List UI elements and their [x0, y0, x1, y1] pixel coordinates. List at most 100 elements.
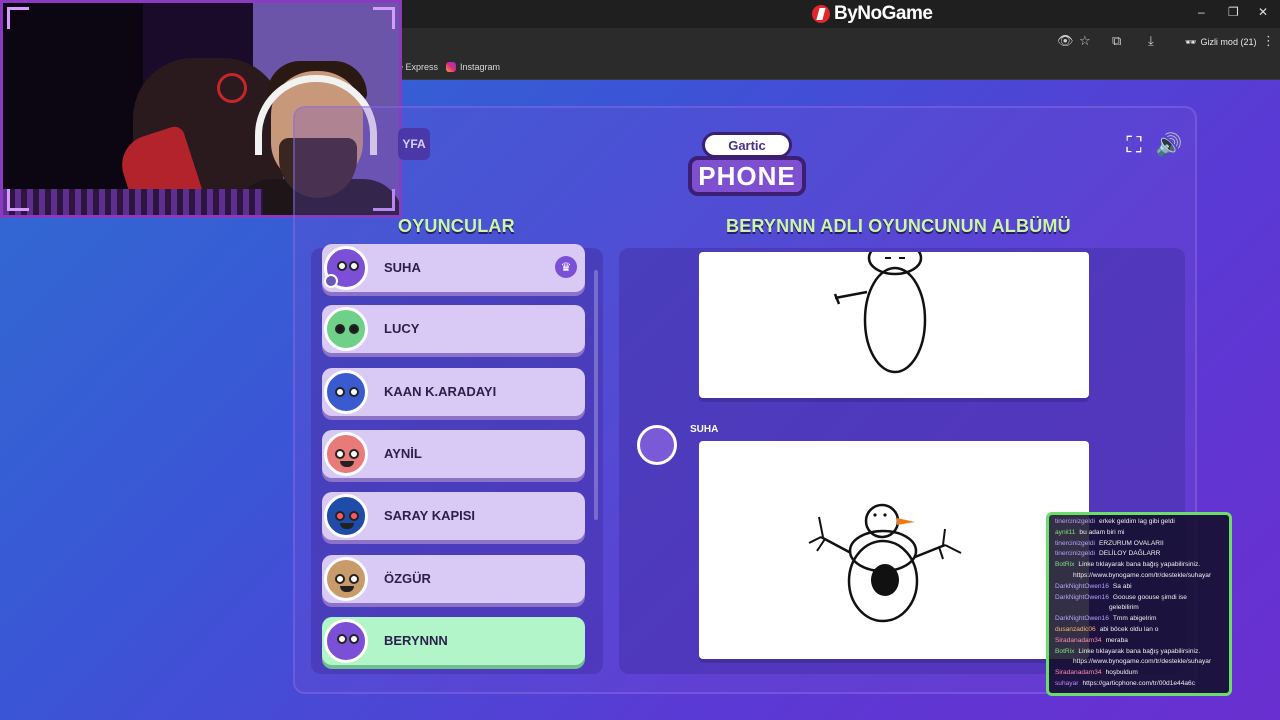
incognito-label: Gizli mod (21): [1200, 37, 1257, 47]
chat-message: suhayar https://garticphone.com/tr/00d1e4…: [1055, 679, 1223, 690]
avatar-eye: [349, 574, 359, 584]
player-card-saray-kapisi[interactable]: SARAY KAPISI: [322, 492, 585, 540]
chat-username: DarkNightOwen16: [1055, 582, 1109, 590]
drawing-snowman-sketch: [833, 240, 927, 374]
player-avatar: [324, 370, 368, 414]
fullscreen-icon[interactable]: ⛶: [1121, 132, 1147, 158]
chat-username: dusanzadic06: [1055, 625, 1096, 633]
avatar-eye: [335, 449, 345, 459]
player-avatar: [324, 557, 368, 601]
chat-text: meraba: [1105, 636, 1128, 644]
bookmark-label: Instagram: [460, 62, 501, 72]
album-title: BERYNNN ADLI OYUNCUNUN ALBÜMÜ: [726, 216, 1071, 236]
frame-corner: [7, 189, 29, 211]
maximize-button[interactable]: ❐: [1228, 5, 1239, 19]
brand-name: ByNoGame: [834, 3, 933, 24]
chat-text: abi böcek oldu lan o: [1099, 625, 1159, 633]
chat-message: DarkNightOwen16 Tmm abigelrim: [1055, 614, 1223, 625]
frame-corner: [373, 7, 395, 29]
eye-off-icon[interactable]: 👁: [1057, 33, 1074, 49]
player-card-lucy[interactable]: LUCY: [322, 305, 585, 353]
chat-username: BotRix: [1055, 647, 1075, 655]
chat-message: dusanzadic06 abi böcek oldu lan o: [1055, 625, 1223, 636]
player-card-kaan[interactable]: KAAN K.ARADAYI: [322, 368, 585, 416]
download-icon[interactable]: ⤓: [1148, 33, 1154, 49]
chat-text[interactable]: https://www.bynogame.com/tr/destekle/suh…: [1073, 572, 1211, 579]
volume-icon[interactable]: 🔊: [1155, 132, 1182, 158]
player-avatar: [324, 432, 368, 476]
player-name: SUHA: [384, 260, 421, 275]
player-card-ozgur[interactable]: ÖZGÜR: [322, 555, 585, 603]
host-badge-icon: [324, 274, 338, 288]
player-name: KAAN K.ARADAYI: [384, 384, 497, 399]
chat-text[interactable]: https://www.bynogame.com/tr/destekle/suh…: [1073, 658, 1211, 665]
player-card-aynil[interactable]: AYNİL: [322, 430, 585, 478]
chat-message: Siradanadam34 hoşbuldum: [1055, 668, 1223, 679]
avatar-eye: [335, 574, 345, 584]
players-title: OYUNCULAR: [398, 216, 515, 236]
chat-text: bu adam biri mi: [1079, 528, 1125, 536]
avatar-eye: [349, 449, 359, 459]
avatar-mouth: [340, 523, 354, 529]
more-menu-icon[interactable]: ⋮: [1262, 33, 1275, 49]
logo-bottom-text: PHONE: [688, 156, 806, 196]
chat-text: Linke tıklayarak bana bağış yapabilirsin…: [1078, 561, 1201, 569]
avatar-eye: [349, 387, 359, 397]
partial-button[interactable]: YFA: [398, 128, 430, 160]
chat-message: aynil11 bu adam biri mi: [1055, 528, 1223, 539]
bookmark-instagram[interactable]: Instagram: [446, 62, 500, 72]
chat-username: DarkNightOwen16: [1055, 593, 1109, 601]
keyboard-lights: [3, 189, 263, 215]
player-avatar: [324, 619, 368, 663]
avatar-eye: [349, 634, 359, 644]
chat-message: tinercinizgeldi ERZURUM OVALARII: [1055, 539, 1223, 550]
chat-username: tinercinizgeldi: [1055, 550, 1095, 558]
player-card-berynnn[interactable]: BERYNNN: [322, 617, 585, 665]
chat-username: aynil11: [1055, 528, 1076, 536]
star-icon[interactable]: ☆: [1079, 33, 1091, 49]
instagram-icon: [446, 62, 456, 72]
extensions-icon[interactable]: ⧉: [1112, 33, 1121, 49]
chat-text: gelebilirim: [1109, 604, 1139, 612]
incognito-badge[interactable]: 🕶 Gizli mod (21): [1177, 32, 1264, 52]
webcam-background: [3, 3, 143, 215]
chat-message: tinercinizgeldi erkek geldim lag gibi gel…: [1055, 517, 1223, 528]
chat-message: BotRix Linke tıklayarak bana bağış yapabi…: [1055, 560, 1223, 571]
chat-text: Goouse goouse şimdi ise: [1112, 593, 1187, 601]
chat-message: tinercinizgeldi DELİLOY DAĞLARR: [1055, 549, 1223, 560]
player-name: SARAY KAPISI: [384, 508, 476, 523]
hand-cursor-icon: ☝: [1010, 578, 1019, 594]
minimize-button[interactable]: –: [1198, 5, 1205, 19]
avatar-eye: [337, 634, 347, 644]
drawing-snowman: [808, 503, 962, 623]
chat-message: DarkNightOwen16 Goouse goouse şimdi ise: [1055, 593, 1223, 604]
chat-message: gelebilirim: [1055, 603, 1223, 614]
chat-text: Tmm abigelrim: [1112, 615, 1157, 623]
chat-text[interactable]: https://garticphone.com/tr/00d1e44a6c: [1082, 680, 1195, 687]
close-window-button[interactable]: ✕: [1258, 5, 1268, 19]
chat-username: BotRix: [1055, 561, 1075, 569]
gartic-phone-logo: Gartic PHONE: [686, 128, 808, 200]
chat-text: Linke tıklayarak bana bağış yapabilirsin…: [1078, 647, 1201, 655]
avatar-eye: [335, 387, 345, 397]
chat-text: DELİLOY DAĞLARR: [1098, 550, 1161, 558]
chat-text: Sa abi: [1112, 582, 1132, 590]
logo-top-text: Gartic: [702, 132, 792, 158]
player-name: LUCY: [384, 321, 420, 336]
chat-text: erkek geldim lag gibi geldi: [1098, 518, 1175, 525]
bynogame-logo-icon: [812, 5, 830, 23]
avatar-mouth: [340, 461, 354, 467]
drawing-card-2: [699, 441, 1089, 659]
drawing-card-1: [699, 240, 1089, 398]
chat-message: Siradanadam34 meraba: [1055, 636, 1223, 647]
players-scrollbar[interactable]: [594, 270, 598, 520]
player-card-suha[interactable]: SUHA ♛: [322, 244, 585, 292]
chat-message: https://www.bynogame.com/tr/destekle/suh…: [1055, 571, 1223, 582]
player-avatar: [324, 494, 368, 538]
avatar-mouth: [340, 586, 354, 592]
chat-message: DarkNightOwen16 Sa abi: [1055, 582, 1223, 593]
chat-username: suhayar: [1055, 679, 1079, 687]
bookmark-express[interactable]: e Express: [398, 62, 438, 72]
bynogame-logo: ByNoGame: [812, 2, 933, 26]
chat-text: ERZURUM OVALARII: [1098, 539, 1164, 547]
